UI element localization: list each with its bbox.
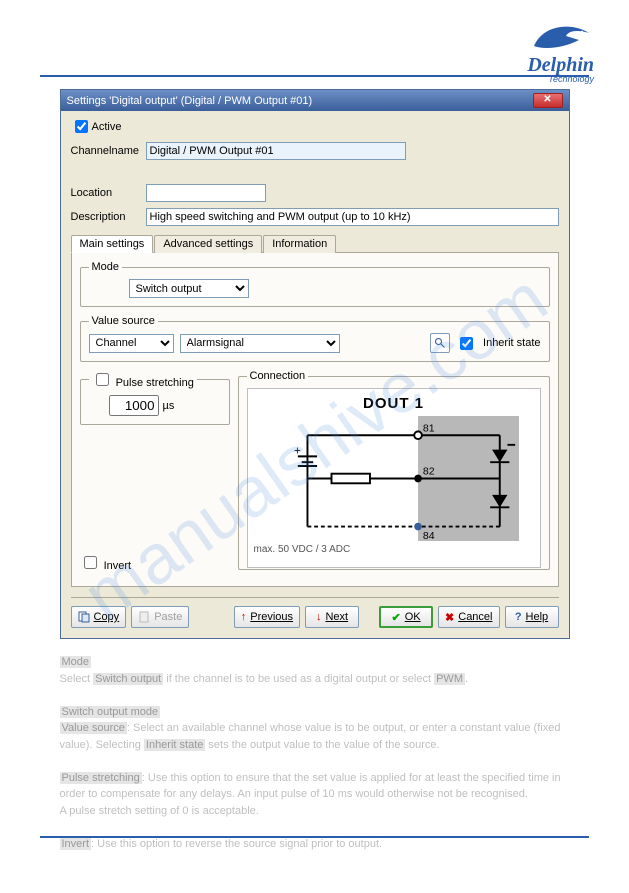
logo-text: Delphin [524, 56, 594, 74]
channelname-input[interactable] [146, 142, 406, 160]
inherit-state-checkbox[interactable] [460, 337, 473, 350]
active-checkbox[interactable] [75, 120, 88, 133]
pulse-label: Pulse stretching [116, 377, 194, 389]
copy-button[interactable]: Copy [71, 606, 127, 628]
browse-channel-button[interactable] [430, 333, 450, 353]
svg-text:84: 84 [422, 530, 434, 541]
close-button[interactable]: ✕ [533, 93, 563, 108]
tab-main[interactable]: Main settings [71, 235, 154, 253]
description-label: Description [71, 211, 146, 223]
next-button[interactable]: ↓ Next [305, 606, 359, 628]
help-button[interactable]: ? Help [505, 606, 559, 628]
mode-select[interactable]: Switch output [129, 279, 249, 298]
connection-legend: Connection [247, 370, 309, 382]
brand-logo: Delphin Technology [524, 18, 594, 84]
mode-legend: Mode [89, 261, 123, 273]
cancel-button[interactable]: ✖ Cancel [438, 606, 499, 628]
tabstrip: Main settings Advanced settings Informat… [71, 234, 559, 253]
pulse-group: Pulse stretching µs [80, 370, 230, 425]
value-source-group: Value source Channel Alarmsignal [80, 315, 550, 362]
tabpage-main: Mode Switch output Value source Channel [71, 253, 559, 587]
invert-label: Invert [104, 560, 132, 572]
pulse-unit: µs [163, 400, 175, 412]
tab-advanced[interactable]: Advanced settings [154, 235, 262, 253]
connection-caption: max. 50 VDC / 3 ADC [254, 544, 534, 555]
value-source-legend: Value source [89, 315, 158, 327]
tab-info[interactable]: Information [263, 235, 336, 253]
body-text: Mode Select Switch output if the channel… [60, 654, 570, 852]
source-channel-select[interactable]: Alarmsignal [180, 334, 340, 353]
location-label: Location [71, 187, 146, 199]
previous-button[interactable]: ↑ Previous [234, 606, 300, 628]
pulse-checkbox[interactable] [96, 373, 109, 386]
active-label: Active [92, 121, 122, 133]
description-input[interactable] [146, 208, 559, 226]
channelname-label: Channelname [71, 145, 146, 157]
ok-button[interactable]: ✔ OK [379, 606, 433, 628]
connection-diagram: DOUT 1 + [247, 388, 541, 568]
mode-group: Mode Switch output [80, 261, 550, 307]
svg-text:81: 81 [422, 422, 434, 434]
titlebar: Settings 'Digital output' (Digital / PWM… [61, 90, 569, 111]
paste-button[interactable]: Paste [131, 606, 189, 628]
source-type-select[interactable]: Channel [89, 334, 174, 353]
button-bar: Copy Paste ↑ Previous ↓ Next ✔ [71, 597, 559, 628]
dialog-title: Settings 'Digital output' (Digital / PWM… [67, 95, 313, 107]
settings-dialog: Settings 'Digital output' (Digital / PWM… [60, 89, 570, 639]
inherit-state-label: Inherit state [483, 337, 540, 349]
svg-text:82: 82 [422, 466, 434, 478]
pulse-value-input[interactable] [109, 395, 159, 416]
connection-title: DOUT 1 [254, 395, 534, 412]
invert-checkbox[interactable] [84, 556, 97, 569]
connection-group: Connection DOUT 1 [238, 370, 550, 570]
location-input[interactable] [146, 184, 266, 202]
